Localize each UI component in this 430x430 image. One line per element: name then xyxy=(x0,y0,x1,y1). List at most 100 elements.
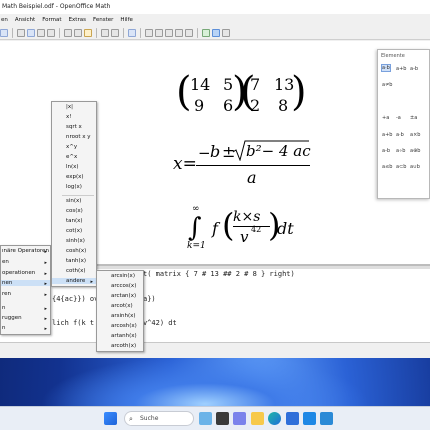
menu-item[interactable]: nroot x y xyxy=(52,134,91,140)
menu-item[interactable]: log(x) xyxy=(52,184,82,190)
menu-item[interactable]: cos(x) xyxy=(52,208,83,214)
submenu-arrow-icon: ▸ xyxy=(44,249,47,255)
menu-item[interactable]: coth(x) xyxy=(52,268,86,274)
show-all-icon[interactable] xyxy=(175,28,183,37)
menu-item[interactable]: n xyxy=(1,325,6,331)
help-icon[interactable] xyxy=(128,28,136,37)
menu-item[interactable]: e^x xyxy=(52,154,77,160)
store-icon[interactable] xyxy=(286,412,299,425)
widgets-icon[interactable] xyxy=(199,412,212,425)
menu-view[interactable]: Ansicht xyxy=(14,14,36,26)
element-item[interactable]: a≠b xyxy=(382,82,392,88)
menu-item[interactable]: n xyxy=(1,305,6,311)
element-item[interactable]: a⊕b xyxy=(410,148,420,154)
menu-item[interactable]: x! xyxy=(52,114,71,120)
element-item[interactable]: ±a xyxy=(410,115,417,121)
status-bar xyxy=(0,342,430,358)
menu-item[interactable]: artanh(x) xyxy=(97,333,137,339)
element-item[interactable]: a-b xyxy=(410,66,418,72)
menu-edit[interactable]: en xyxy=(0,14,9,26)
math-app-icon[interactable] xyxy=(320,412,333,425)
context-menu-other-functions: arcsin(x) arccos(x) arctan(x) arcot(x) a… xyxy=(96,270,144,352)
formula-cursor-icon[interactable] xyxy=(202,28,210,37)
menu-item[interactable]: x^y xyxy=(52,144,77,150)
element-item[interactable]: a·b xyxy=(381,64,391,72)
zoom-out-icon[interactable] xyxy=(155,28,163,37)
element-item[interactable]: a≤b xyxy=(382,164,392,170)
save-icon[interactable] xyxy=(0,28,8,37)
menu-format[interactable]: Format xyxy=(41,14,62,26)
element-item[interactable]: a·b xyxy=(396,132,404,138)
menu-item[interactable]: cot(x) xyxy=(52,228,82,234)
zoom-100-icon[interactable] xyxy=(165,28,173,37)
element-item[interactable]: a-b xyxy=(382,148,390,154)
quad-fraction-bar xyxy=(196,165,310,166)
matrix-a-cell: 9 xyxy=(194,96,205,115)
element-item[interactable]: a+b xyxy=(382,132,392,138)
menu-item[interactable]: ınäre Operatoren xyxy=(1,248,49,254)
edit-doc-icon[interactable] xyxy=(17,28,25,37)
export-pdf-icon[interactable] xyxy=(37,28,45,37)
submenu-arrow-icon: ▸ xyxy=(44,326,47,332)
element-item[interactable]: -a xyxy=(396,115,401,121)
windows-taskbar: ⌕ Suche xyxy=(0,406,430,430)
menu-item[interactable]: tanh(x) xyxy=(52,258,86,264)
redo-icon[interactable] xyxy=(111,28,119,37)
search-icon: ⌕ xyxy=(129,415,133,423)
menu-help[interactable]: Hilfe xyxy=(119,14,134,26)
toolbar-separator xyxy=(140,27,141,38)
integral-frac-den: v xyxy=(240,228,249,246)
menu-item[interactable]: tan(x) xyxy=(52,218,83,224)
menu-item[interactable]: arctan(x) xyxy=(97,293,136,299)
menu-item[interactable]: arcoth(x) xyxy=(97,343,136,349)
element-item[interactable]: a+b xyxy=(396,66,406,72)
element-item[interactable]: a∘b xyxy=(396,148,405,154)
menu-item[interactable]: exp(x) xyxy=(52,174,84,180)
menu-item[interactable]: sin(x) xyxy=(52,198,81,204)
zoom-in-icon[interactable] xyxy=(145,28,153,37)
toolbar-separator xyxy=(59,27,60,38)
teams-icon[interactable] xyxy=(233,412,246,425)
menu-item-functions[interactable]: nen xyxy=(1,280,50,286)
menu-item-andere[interactable]: andere xyxy=(52,278,96,284)
print-icon[interactable] xyxy=(47,28,55,37)
menu-item[interactable]: arcosh(x) xyxy=(97,323,137,329)
menu-item[interactable]: sqrt x xyxy=(52,124,82,130)
cut-icon[interactable] xyxy=(64,28,72,37)
editor-line: {4{ac}}) ov xyxy=(52,295,99,303)
menu-item[interactable]: ren xyxy=(1,291,11,297)
menu-item[interactable]: operationen xyxy=(1,270,35,276)
element-item[interactable]: +a xyxy=(382,115,389,121)
menu-tools[interactable]: Extras xyxy=(68,14,87,26)
element-item[interactable]: a⊂b xyxy=(396,164,406,170)
menu-item[interactable]: en xyxy=(1,259,9,265)
element-item[interactable]: a∪b xyxy=(410,164,420,170)
task-view-icon[interactable] xyxy=(216,412,229,425)
menu-item[interactable]: |x| xyxy=(52,104,73,110)
integral-f: f xyxy=(212,219,218,238)
start-icon[interactable] xyxy=(104,412,117,425)
paste-icon[interactable] xyxy=(84,28,92,37)
menu-item[interactable]: ln(x) xyxy=(52,164,79,170)
menu-item[interactable]: arcsin(x) xyxy=(97,273,135,279)
elements-icon[interactable] xyxy=(212,28,220,37)
email-icon[interactable] xyxy=(27,28,35,37)
menu-item[interactable]: cosh(x) xyxy=(52,248,86,254)
menu-item[interactable]: arccos(x) xyxy=(97,283,136,289)
menu-item[interactable]: arsinh(x) xyxy=(97,313,136,319)
menu-item[interactable]: ruggen xyxy=(1,315,22,321)
file-explorer-icon[interactable] xyxy=(251,412,264,425)
menu-window[interactable]: Fenster xyxy=(92,14,114,26)
openoffice-icon[interactable] xyxy=(303,412,316,425)
element-item[interactable]: a×b xyxy=(410,132,420,138)
taskbar-search[interactable]: ⌕ Suche xyxy=(124,411,194,426)
undo-icon[interactable] xyxy=(101,28,109,37)
menu-item[interactable]: arcot(x) xyxy=(97,303,133,309)
window-title: Math Beispiel.odf - OpenOffice Math xyxy=(0,0,430,14)
symbols-icon[interactable] xyxy=(222,28,230,37)
editor-line: t( matrix { 7 # 13 ## 2 # 8 } right) xyxy=(143,270,295,278)
menu-item[interactable]: sinh(x) xyxy=(52,238,85,244)
copy-icon[interactable] xyxy=(74,28,82,37)
edge-icon[interactable] xyxy=(268,412,281,425)
update-icon[interactable] xyxy=(185,28,193,37)
